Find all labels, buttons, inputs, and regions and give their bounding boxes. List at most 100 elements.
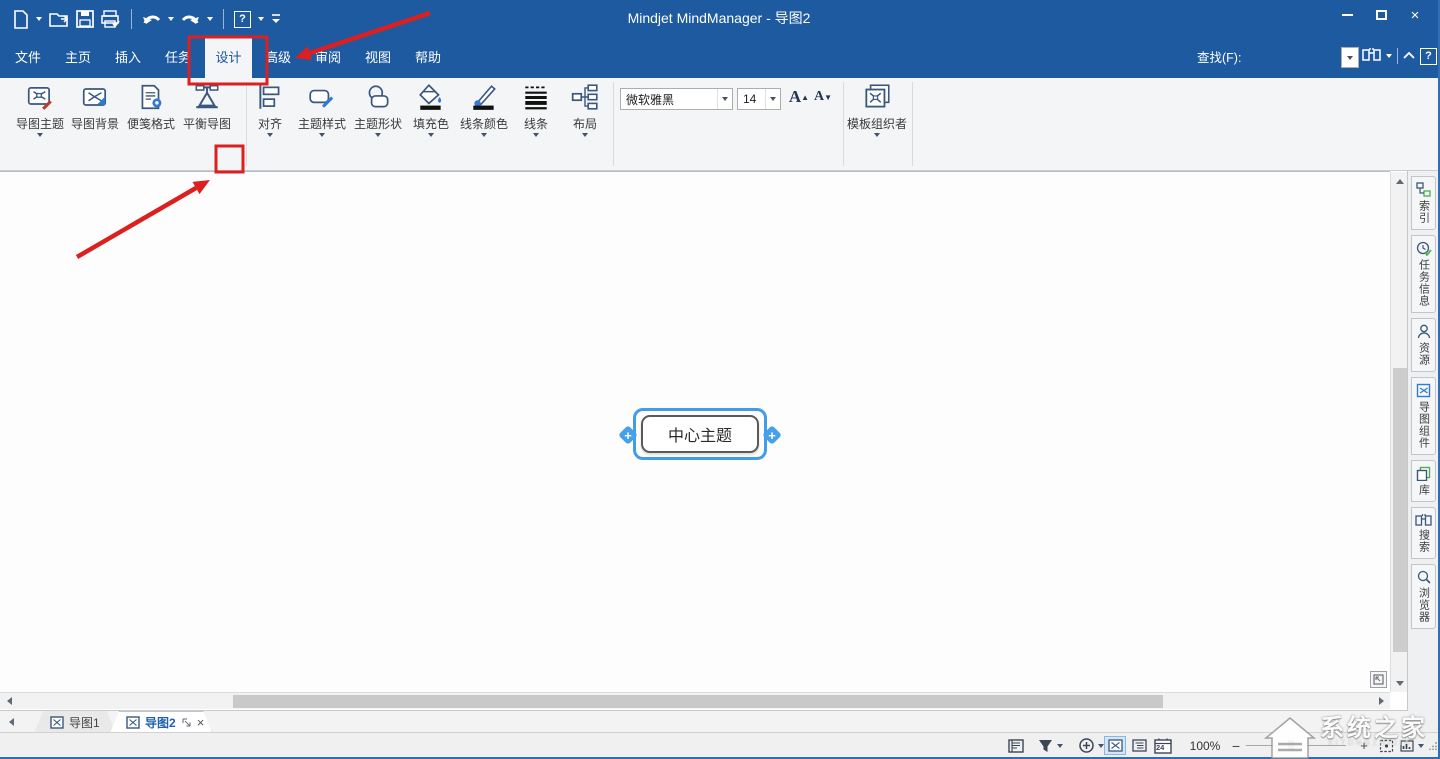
tab-design[interactable]: 设计 <box>205 38 252 78</box>
balance-map-button[interactable]: 平衡导图 <box>180 82 234 132</box>
tab-insert[interactable]: 插入 <box>108 38 148 78</box>
ribbon-help-icon[interactable]: ? <box>1420 48 1437 65</box>
filter-icon[interactable] <box>1036 736 1054 755</box>
template-organizer-button[interactable]: 模板组织者 <box>845 82 909 137</box>
topic-shape-dropdown-icon <box>375 133 381 137</box>
tab-home[interactable]: 主页 <box>58 38 98 78</box>
horizontal-scrollbar[interactable] <box>0 692 1390 709</box>
sidebar-tab-index[interactable]: 索引 <box>1411 176 1436 230</box>
layout-button[interactable]: 布局 <box>559 82 611 137</box>
font-name-combo[interactable]: 微软雅黑 <box>620 88 733 110</box>
fill-color-label: 填充色 <box>413 115 449 132</box>
customize-qat-icon[interactable] <box>271 13 281 25</box>
minimize-button[interactable] <box>1330 0 1364 30</box>
presentation-dropdown-icon[interactable] <box>1416 736 1426 755</box>
tab-advanced[interactable]: 高级 <box>256 38 300 78</box>
grow-font-button[interactable]: A▲ <box>788 86 810 108</box>
scroll-left-icon[interactable] <box>2 694 16 708</box>
task-pane-sidebar: 索引 任务信息 资源 导图组件 库 搜索 浏览器 <box>1407 171 1438 757</box>
print-icon[interactable] <box>101 10 121 28</box>
zoom-out-button[interactable]: − <box>1230 736 1242 755</box>
sidebar-tab-resources-label: 资源 <box>1416 342 1432 366</box>
note-format-button[interactable]: 便笺格式 <box>124 82 178 132</box>
add-subtopic-left-plus-icon: + <box>621 428 635 442</box>
tab-task[interactable]: 任务 <box>158 38 198 78</box>
sidebar-tab-map-parts-label: 导图组件 <box>1416 401 1432 449</box>
font-size-combo[interactable]: 14 <box>737 88 781 110</box>
sidebar-tab-resources[interactable]: 资源 <box>1411 318 1436 372</box>
sidebar-tab-task-info-label: 任务信息 <box>1416 259 1432 307</box>
doc-tab-map2[interactable]: 导图2 × <box>110 711 212 733</box>
sidebar-tab-map-parts[interactable]: 导图组件 <box>1411 377 1436 455</box>
title-bar: ? Mindjet MindManager - 导图2 × <box>0 0 1438 38</box>
collapse-ribbon-icon[interactable] <box>1403 47 1415 65</box>
sidebar-tab-search[interactable]: 搜索 <box>1411 507 1436 559</box>
float-window-icon[interactable] <box>181 717 192 728</box>
redo-icon[interactable] <box>181 11 200 27</box>
find-input-dropdown[interactable] <box>1341 47 1359 68</box>
topic-shape-label: 主题形状 <box>354 115 402 132</box>
map-document-icon-2 <box>126 716 140 729</box>
maximize-button[interactable] <box>1364 0 1398 30</box>
find-binoculars-icon[interactable] <box>1362 46 1381 66</box>
vertical-scrollbar[interactable] <box>1390 172 1408 692</box>
doc-tab-map1[interactable]: 导图1 <box>34 711 116 733</box>
zoom-slider-thumb[interactable] <box>1288 740 1294 751</box>
zoom-slider-track[interactable] <box>1246 745 1346 746</box>
filter-dropdown-icon[interactable] <box>1055 736 1065 755</box>
map-view-button[interactable] <box>1104 736 1126 755</box>
resize-grip[interactable] <box>1428 736 1438 755</box>
topic-shape-button[interactable]: 主题形状 <box>352 82 404 137</box>
tab-scroll-left-icon[interactable] <box>4 715 18 729</box>
tab-help[interactable]: 帮助 <box>406 38 450 78</box>
fit-map-button[interactable] <box>1376 736 1396 755</box>
topic-notes-icon[interactable] <box>1006 736 1026 755</box>
tab-file[interactable]: 文件 <box>8 38 48 78</box>
scroll-right-icon[interactable] <box>1374 694 1388 708</box>
undo-dropdown-icon[interactable] <box>168 17 174 21</box>
sidebar-tab-task-info[interactable]: 任务信息 <box>1411 235 1436 313</box>
save-icon[interactable] <box>76 10 94 28</box>
vertical-scrollbar-thumb[interactable] <box>1393 368 1407 652</box>
presentation-button[interactable] <box>1398 736 1416 755</box>
fill-color-button[interactable]: 填充色 <box>405 82 457 137</box>
font-size-dropdown-icon[interactable] <box>765 89 780 109</box>
align-button[interactable]: 对齐 <box>244 82 296 137</box>
group-separator-3 <box>843 82 844 166</box>
help-icon[interactable]: ? <box>234 11 251 28</box>
undo-icon[interactable] <box>142 11 161 27</box>
gantt-calendar-button[interactable]: 24 <box>1152 736 1174 755</box>
new-document-dropdown-icon[interactable] <box>36 17 42 21</box>
shrink-font-button[interactable]: A▼ <box>812 86 834 108</box>
central-topic[interactable]: 中心主题 <box>641 415 759 453</box>
tab-view[interactable]: 视图 <box>356 38 400 78</box>
doc-tab-close-icon[interactable]: × <box>197 715 205 730</box>
outline-view-button[interactable] <box>1129 736 1149 755</box>
zoom-level-label: 100% <box>1185 736 1225 755</box>
zoom-in-button[interactable]: + <box>1358 736 1370 755</box>
sidebar-tab-browser[interactable]: 浏览器 <box>1411 564 1436 629</box>
doc-tab-map1-label: 导图1 <box>69 714 100 731</box>
map-background-button[interactable]: 导图背景 <box>68 82 122 132</box>
line-color-button[interactable]: 线条颜色 <box>458 82 510 137</box>
walkthrough-icon[interactable] <box>1076 736 1096 755</box>
find-dropdown-icon[interactable] <box>1386 54 1392 58</box>
help-dropdown-icon[interactable] <box>258 17 264 21</box>
tab-review[interactable]: 审阅 <box>306 38 350 78</box>
font-name-dropdown-icon[interactable] <box>717 89 732 109</box>
topic-style-button[interactable]: 主题样式 <box>296 82 348 137</box>
horizontal-scrollbar-thumb[interactable] <box>233 695 1163 708</box>
sidebar-tab-library[interactable]: 库 <box>1411 460 1436 502</box>
align-dropdown-icon <box>267 133 273 137</box>
lines-button[interactable]: 线条 <box>510 82 562 137</box>
balance-map-label: 平衡导图 <box>183 115 231 132</box>
new-document-icon[interactable] <box>12 10 29 29</box>
qat-separator <box>131 9 132 29</box>
sidebar-tab-browser-label: 浏览器 <box>1416 587 1432 623</box>
close-button[interactable]: × <box>1398 0 1432 30</box>
line-color-dropdown-icon <box>481 133 487 137</box>
map-theme-button[interactable]: 导图主题 <box>13 82 67 137</box>
redo-dropdown-icon[interactable] <box>207 17 213 21</box>
map-overview-button[interactable] <box>1370 671 1387 688</box>
open-icon[interactable] <box>49 10 69 28</box>
